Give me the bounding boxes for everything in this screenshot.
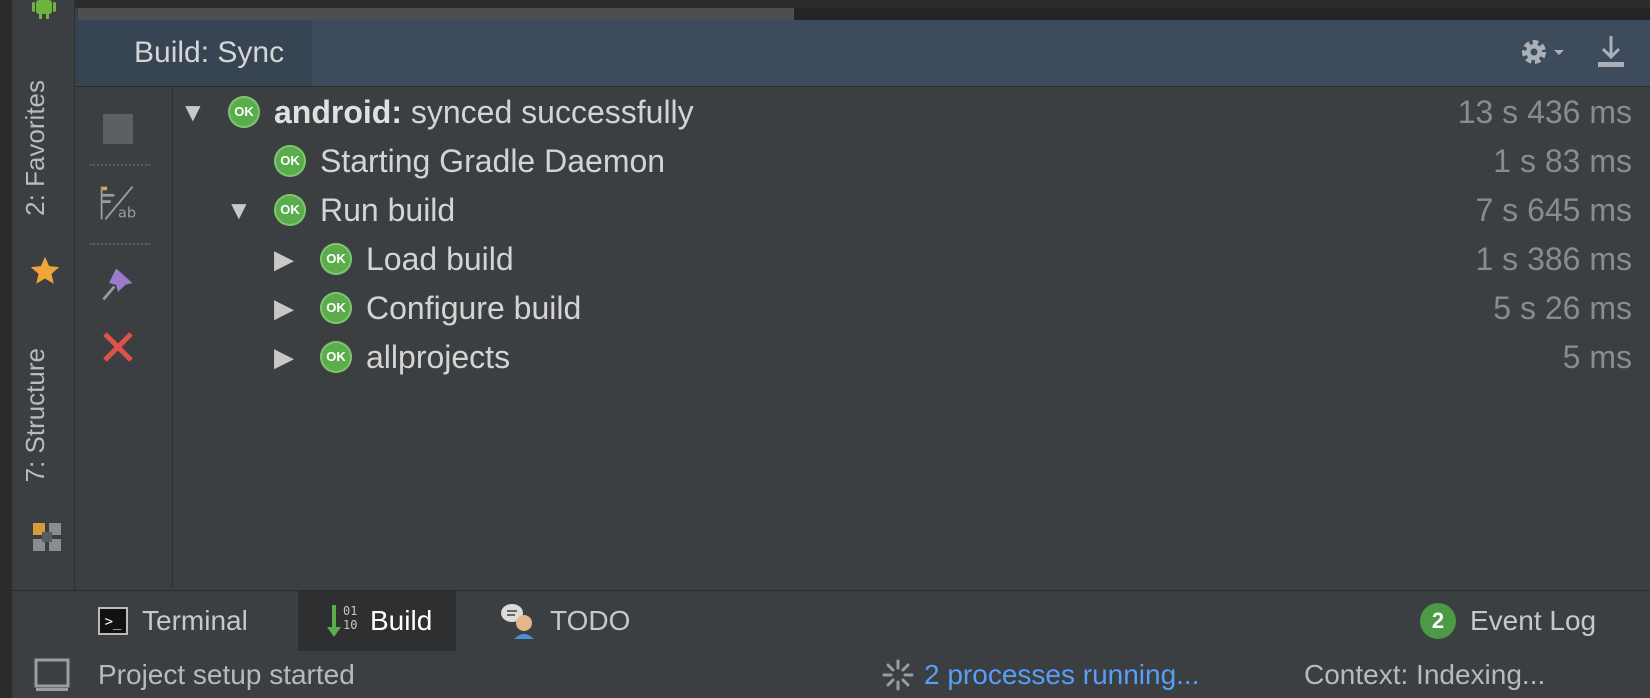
duration: 7 s 645 ms bbox=[1475, 192, 1632, 228]
header-actions bbox=[1516, 32, 1628, 72]
ok-icon: OK bbox=[228, 96, 260, 128]
svg-text:ab: ab bbox=[118, 206, 136, 222]
close-icon bbox=[103, 332, 133, 362]
favorites-tab-label: 2: Favorites bbox=[20, 80, 50, 216]
structure-icon bbox=[33, 523, 61, 551]
terminal-tab-label: Terminal bbox=[142, 605, 248, 636]
tree-row-android[interactable]: ▼ OK android: synced successfully 13 s 4… bbox=[174, 87, 1650, 137]
tab-build-sync[interactable]: Build: Sync bbox=[76, 20, 313, 86]
status-bar: Project setup started 2 processes runnin… bbox=[12, 651, 1650, 698]
left-tool-strip: 2: Favorites 7: Structure bbox=[12, 0, 75, 590]
todo-tab[interactable]: TODO bbox=[500, 591, 630, 651]
build-tool-window: Build: Sync ab ▼ OK android: synced succ… bbox=[76, 20, 1650, 588]
event-log-count: 2 bbox=[1420, 603, 1456, 639]
structure-tab-label: 7: Structure bbox=[20, 348, 50, 483]
download-icon[interactable] bbox=[1594, 32, 1628, 72]
tree-row-label: android: synced successfully bbox=[274, 87, 694, 137]
build-header: Build: Sync bbox=[76, 20, 1650, 87]
tree-row-load-build[interactable]: ▶ OK Load build 1 s 386 ms bbox=[174, 234, 1650, 284]
toggle-tool-windows-icon[interactable] bbox=[34, 658, 70, 692]
ok-icon: OK bbox=[320, 243, 352, 275]
context-indicator[interactable]: Context: Indexing... bbox=[1304, 651, 1545, 698]
ok-icon: OK bbox=[320, 341, 352, 373]
stop-button[interactable] bbox=[98, 109, 138, 149]
todo-icon bbox=[501, 604, 534, 639]
ok-icon: OK bbox=[320, 292, 352, 324]
sync-status-text: synced successfully bbox=[401, 94, 694, 130]
android-icon[interactable] bbox=[32, 0, 56, 20]
toggle-view-button[interactable]: ab bbox=[98, 183, 138, 223]
star-icon bbox=[30, 256, 60, 284]
expanded-arrow-icon[interactable]: ▼ bbox=[180, 87, 206, 137]
duration: 5 ms bbox=[1562, 339, 1632, 375]
svg-text:01: 01 bbox=[343, 604, 357, 618]
ide-window: 2: Favorites 7: Structure Build: Sync ab… bbox=[12, 0, 1650, 698]
collapsed-arrow-icon[interactable]: ▶ bbox=[274, 283, 294, 333]
duration: 1 s 83 ms bbox=[1493, 143, 1632, 179]
duration: 1 s 386 ms bbox=[1475, 241, 1632, 277]
scrollbar-track bbox=[794, 8, 1650, 20]
duration: 13 s 436 ms bbox=[1457, 94, 1632, 130]
tree-row-label: Run build bbox=[320, 192, 456, 228]
build-icon: 01 10 bbox=[327, 604, 357, 637]
terminal-tab[interactable]: >_ Terminal bbox=[98, 591, 266, 651]
tree-row-run-build[interactable]: ▼ OK Run build 7 s 645 ms bbox=[174, 185, 1650, 235]
event-log-tab[interactable]: 2 Event Log bbox=[1420, 591, 1596, 651]
stop-icon bbox=[103, 114, 133, 144]
build-tree: ▼ OK android: synced successfully 13 s 4… bbox=[174, 87, 1650, 588]
tree-row-label: allprojects bbox=[366, 339, 511, 375]
gear-icon[interactable] bbox=[1516, 32, 1568, 72]
structure-tab[interactable]: 7: Structure bbox=[20, 348, 51, 482]
collapsed-arrow-icon[interactable]: ▶ bbox=[274, 332, 294, 382]
tree-row-label: Configure build bbox=[366, 290, 582, 326]
pin-icon bbox=[102, 268, 133, 301]
favorites-tab[interactable]: 2: Favorites bbox=[20, 80, 51, 216]
tree-row-label: Starting Gradle Daemon bbox=[320, 143, 666, 179]
tool-window-bar: >_ Terminal 01 10 Build TODO 2 Event Log bbox=[12, 590, 1650, 652]
todo-tab-label: TODO bbox=[550, 605, 631, 636]
build-actions-column: ab bbox=[76, 87, 173, 588]
toggle-view-icon: ab bbox=[100, 186, 136, 222]
tree-row-allprojects[interactable]: ▶ OK allprojects 5 ms bbox=[174, 332, 1650, 382]
project-name: android: bbox=[274, 94, 402, 130]
spinner-icon bbox=[882, 659, 914, 691]
tab-build-sync-label: Build: Sync bbox=[134, 36, 285, 69]
background-processes-link[interactable]: 2 processes running... bbox=[924, 651, 1200, 698]
tree-row-gradle-daemon[interactable]: OK Starting Gradle Daemon 1 s 83 ms bbox=[174, 136, 1650, 186]
ok-icon: OK bbox=[274, 145, 306, 177]
build-tab-label: Build bbox=[370, 605, 433, 636]
build-tab[interactable]: 01 10 Build bbox=[298, 591, 457, 651]
collapsed-arrow-icon[interactable]: ▶ bbox=[274, 234, 294, 284]
duration: 5 s 26 ms bbox=[1493, 290, 1632, 326]
horizontal-scrollbar[interactable] bbox=[78, 8, 794, 20]
status-message: Project setup started bbox=[98, 659, 355, 690]
close-button[interactable] bbox=[98, 327, 138, 367]
svg-text:10: 10 bbox=[343, 618, 357, 632]
toolbar-separator bbox=[90, 164, 150, 166]
event-log-tab-label: Event Log bbox=[1470, 605, 1597, 636]
tree-row-configure-build[interactable]: ▶ OK Configure build 5 s 26 ms bbox=[174, 283, 1650, 333]
terminal-icon: >_ bbox=[98, 607, 128, 635]
expanded-arrow-icon[interactable]: ▼ bbox=[226, 185, 252, 235]
toolbar-separator bbox=[90, 243, 150, 245]
pin-button[interactable] bbox=[98, 263, 138, 303]
tree-row-label: Load build bbox=[366, 241, 514, 277]
ok-icon: OK bbox=[274, 194, 306, 226]
editor-bottom-edge bbox=[12, 0, 1650, 20]
